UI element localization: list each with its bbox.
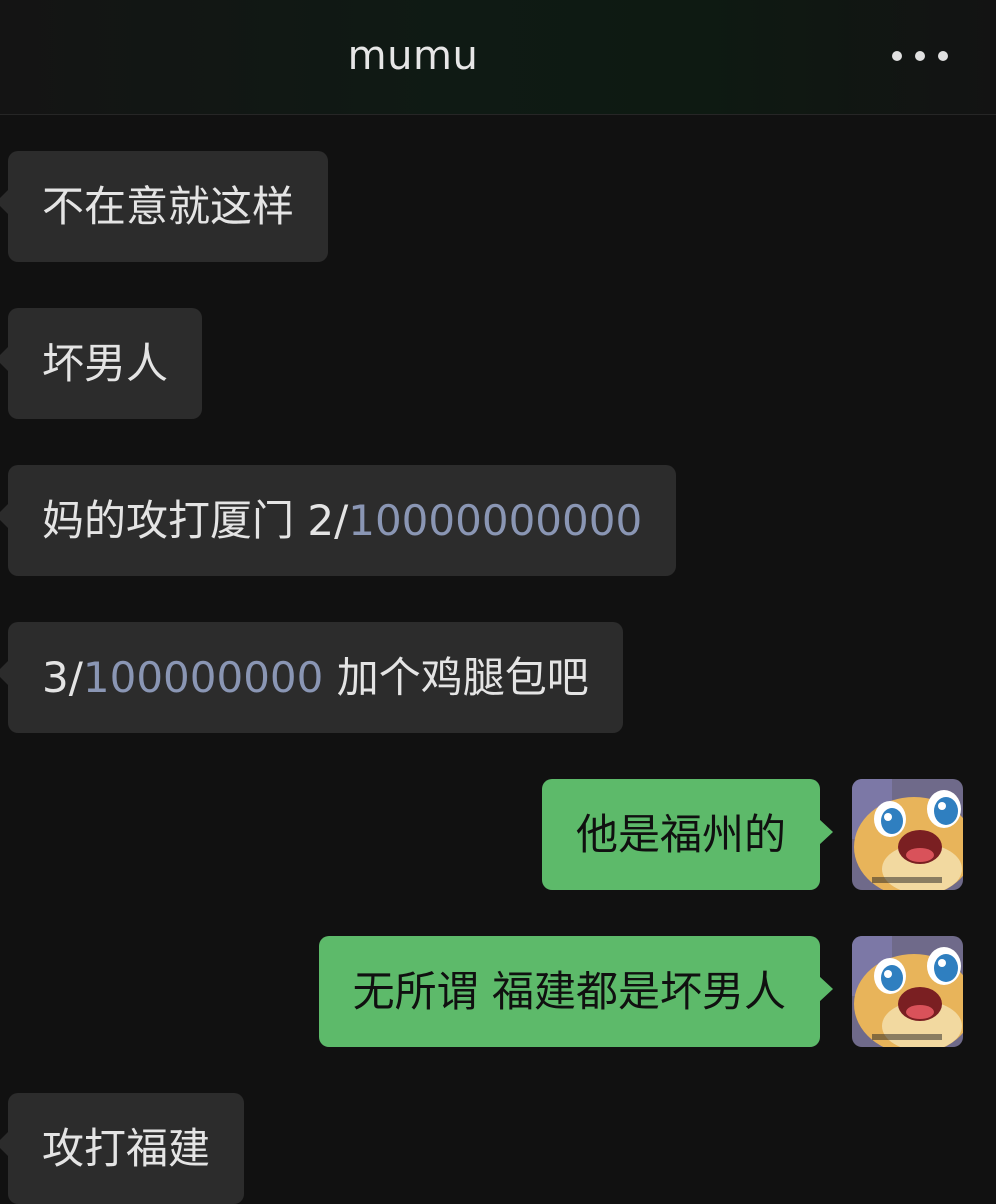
phone-number-link[interactable]: 10000000000 (348, 496, 642, 545)
user-avatar[interactable] (852, 779, 963, 890)
outgoing-message-bubble[interactable]: 无所谓 福建都是坏男人 (318, 936, 834, 1047)
more-dots-icon (892, 51, 902, 61)
message-text: 无所谓 福建都是坏男人 (352, 967, 786, 1016)
user-avatar[interactable] (852, 936, 963, 1047)
incoming-message-bubble[interactable]: 妈的攻打厦门 2/10000000000 (0, 465, 677, 576)
incoming-message-bubble[interactable]: 3/100000000 加个鸡腿包吧 (0, 622, 623, 733)
message-text: 他是福州的 (575, 810, 786, 859)
message-text: 攻打福建 (42, 1124, 211, 1173)
phone-number-link[interactable]: 100000000 (83, 653, 324, 702)
chat-title: mumu (347, 33, 479, 79)
cartoon-avatar-icon (852, 779, 963, 890)
chat-header: mumu (0, 0, 996, 115)
more-dots-icon (915, 51, 925, 61)
incoming-message-bubble[interactable]: 坏男人 (0, 308, 203, 419)
message-text: 加个鸡腿包吧 (323, 653, 589, 702)
incoming-message-bubble[interactable]: 攻打福建 (0, 1093, 245, 1204)
more-dots-icon (938, 51, 948, 61)
message-text: 不在意就这样 (42, 182, 295, 231)
incoming-message-bubble[interactable]: 不在意就这样 (0, 151, 329, 262)
message-text: 3/ (42, 653, 83, 702)
outgoing-message-bubble[interactable]: 他是福州的 (541, 779, 834, 890)
message-text: 坏男人 (42, 339, 169, 388)
message-text: 妈的攻打厦门 2/ (42, 496, 349, 545)
cartoon-avatar-icon (852, 936, 963, 1047)
more-options-button[interactable] (888, 36, 952, 76)
